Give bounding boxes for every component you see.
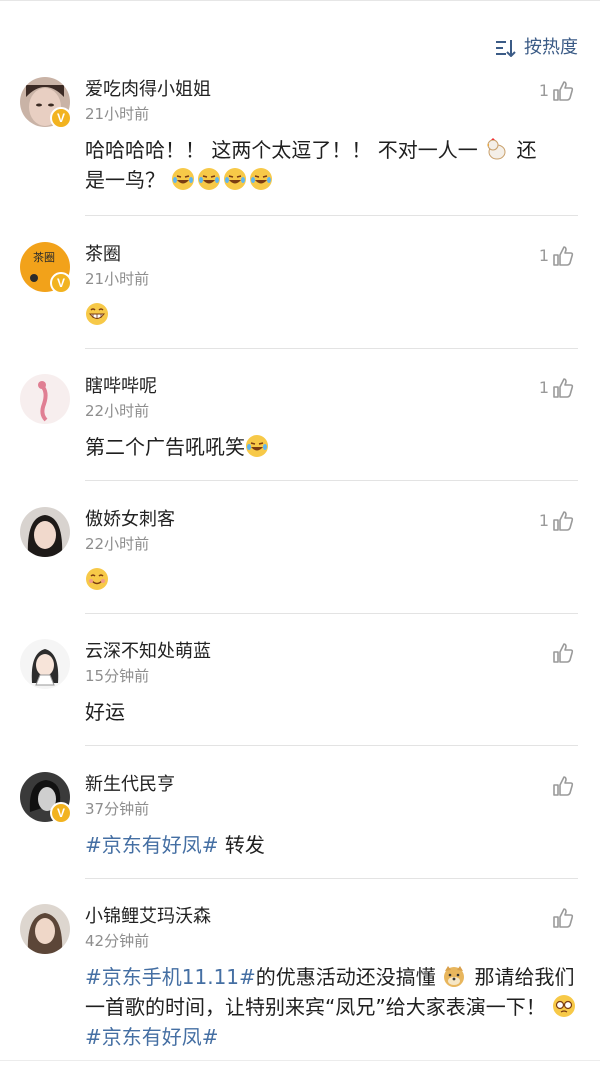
comment-text: 哈哈哈哈！！ 这两个太逗了！！ 不对一人一 还 是一鸟？ (85, 135, 585, 195)
avatar[interactable] (20, 507, 70, 557)
username[interactable]: 新生代民亨 (85, 772, 175, 798)
username[interactable]: 傲娇女刺客 (85, 507, 175, 533)
comment-text: #京东有好凤# 转发 (85, 830, 585, 860)
bottom-edge (0, 1060, 600, 1066)
sort-label: 按热度 (524, 37, 578, 58)
comment-divider (85, 215, 578, 216)
laugh-tears-emoji-icon (224, 168, 247, 190)
verified-badge-icon: V (50, 802, 72, 824)
like-button[interactable]: 1 (539, 244, 574, 268)
thumbs-up-icon (553, 246, 574, 266)
timestamp: 22小时前 (85, 402, 150, 420)
comment-text-part: 哈哈哈哈！！ 这两个太逗了！！ 不对一人一 (85, 138, 478, 162)
username[interactable]: 云深不知处萌蓝 (85, 639, 211, 665)
sort-by-hot-button[interactable]: 按热度 (496, 36, 578, 60)
comment-divider (85, 480, 578, 481)
grin-emoji-icon (86, 303, 108, 325)
thumbs-up-icon (553, 511, 574, 531)
username[interactable]: 茶圈 (85, 242, 121, 268)
avatar[interactable]: 茶圈 V (20, 242, 72, 294)
comment-text: 第二个广告吼吼笑 (85, 432, 585, 462)
comment-item: V 新生代民亨 37分钟前 #京东有好凤# 转发 (0, 772, 600, 872)
laugh-tears-emoji-icon (172, 168, 195, 190)
comment-divider (85, 348, 578, 349)
comment-item: 小锦鲤艾玛沃森 42分钟前 #京东手机11.11#的优惠活动还没搞懂 那请给我们… (0, 904, 600, 1064)
timestamp: 22小时前 (85, 535, 150, 553)
like-button[interactable] (549, 774, 574, 798)
thumbs-up-icon (553, 378, 574, 398)
chicken-emoji-icon (487, 138, 506, 160)
comment-divider (85, 878, 578, 879)
like-button[interactable] (549, 906, 574, 930)
comment-text-part: 是一鸟？ (85, 168, 165, 192)
username[interactable]: 瞎哔哔呢 (85, 374, 157, 400)
like-button[interactable]: 1 (539, 376, 574, 400)
like-count: 1 (538, 511, 549, 530)
comment-item: 瞎哔哔呢 22小时前 1 第二个广告吼吼笑 (0, 374, 600, 474)
like-button[interactable] (549, 641, 574, 665)
comment-item: 傲娇女刺客 22小时前 1 (0, 507, 600, 607)
thumbs-up-icon (553, 776, 574, 796)
comment-text-part: 转发 (218, 833, 265, 857)
laugh-tears-emoji-icon (246, 435, 268, 457)
comment-item: 茶圈 V 茶圈 21小时前 1 (0, 242, 600, 342)
like-button[interactable]: 1 (539, 509, 574, 533)
thumbs-up-icon (553, 81, 574, 101)
timestamp: 21小时前 (85, 105, 150, 123)
glasses-emoji-icon (553, 995, 576, 1017)
comment-divider (85, 613, 578, 614)
timestamp: 42分钟前 (85, 932, 150, 950)
hashtag-link[interactable]: #京东手机11.11# (85, 965, 256, 989)
verified-badge-icon: V (50, 272, 72, 294)
comment-text-part: 第二个广告吼吼笑 (85, 435, 245, 459)
like-count: 1 (538, 378, 549, 397)
sort-lines-icon (496, 40, 516, 57)
laugh-tears-emoji-icon (198, 168, 221, 190)
hashtag-link[interactable]: #京东有好凤# (85, 833, 219, 857)
avatar-text: 茶圈 (33, 251, 55, 264)
top-divider (0, 0, 600, 1)
avatar[interactable]: V (20, 772, 72, 824)
avatar[interactable] (20, 374, 70, 424)
comment-text (85, 565, 585, 595)
like-count: 1 (538, 81, 549, 100)
timestamp: 21小时前 (85, 270, 150, 288)
thumbs-up-icon (553, 908, 574, 928)
comment-text: 好运 (85, 697, 585, 727)
comment-divider (85, 745, 578, 746)
comment-text-part: 的优惠活动还没搞懂 (255, 965, 436, 989)
avatar[interactable] (20, 639, 70, 689)
laugh-tears-emoji-icon (250, 168, 273, 190)
username[interactable]: 小锦鲤艾玛沃森 (85, 904, 211, 930)
username[interactable]: 爱吃肉得小姐姐 (85, 77, 211, 103)
hashtag-link[interactable]: #京东有好凤# (85, 1025, 219, 1049)
doge-emoji-icon (444, 966, 465, 987)
like-button[interactable]: 1 (539, 79, 574, 103)
comment-item: 云深不知处萌蓝 15分钟前 好运 (0, 639, 600, 739)
verified-badge-icon: V (50, 107, 72, 129)
avatar[interactable]: V (20, 77, 72, 129)
comment-text (85, 300, 585, 330)
comment-text: #京东手机11.11#的优惠活动还没搞懂 那请给我们一首歌的时间，让特别来宾“凤… (85, 962, 585, 1052)
like-count: 1 (538, 246, 549, 265)
comment-text-part: 好运 (85, 700, 125, 724)
timestamp: 15分钟前 (85, 667, 150, 685)
avatar[interactable] (20, 904, 70, 954)
smile-emoji-icon (86, 568, 108, 590)
timestamp: 37分钟前 (85, 800, 150, 818)
comment-item: V 爱吃肉得小姐姐 21小时前 1 哈哈哈哈！！ 这两个太逗了！！ 不对一人一 … (0, 77, 600, 217)
comment-text-part: 还 (516, 138, 537, 162)
thumbs-up-icon (553, 643, 574, 663)
